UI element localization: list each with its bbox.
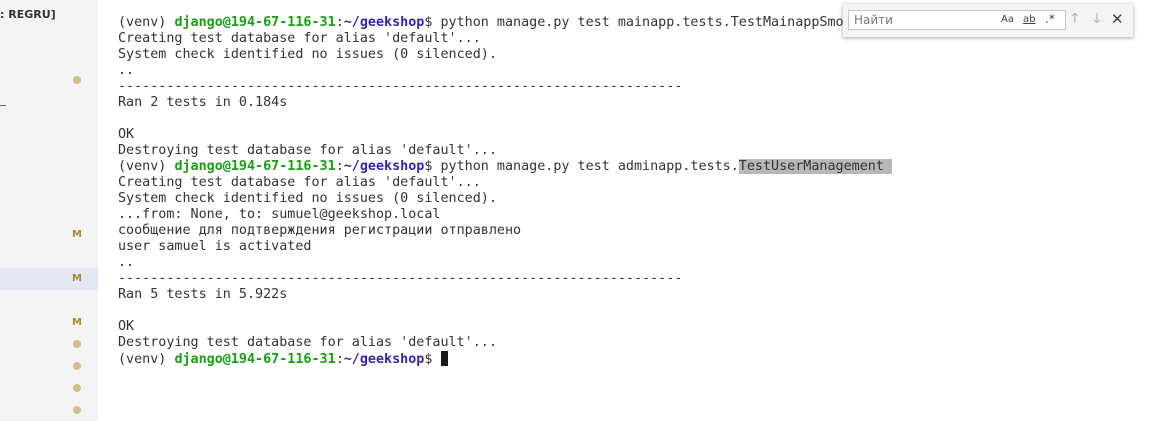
find-input[interactable]: Найти Aa ab .* — [848, 10, 1066, 30]
terminal-line: .. — [118, 255, 1148, 271]
terminal-text: ...from: None, to: sumuel@geekshop.local — [118, 207, 441, 222]
terminal-line: System check identified no issues (0 sil… — [118, 191, 1148, 207]
terminal-line: .. — [118, 63, 1148, 79]
prompt-user: django@194-67-116-31 — [174, 159, 336, 174]
terminal-line: Ran 5 tests in 5.922s — [118, 287, 1148, 303]
prompt-user: django@194-67-116-31 — [174, 15, 336, 30]
modified-badge: M — [72, 229, 82, 240]
terminal-text: OK — [118, 127, 135, 142]
terminal-text: ----------------------------------------… — [118, 79, 683, 94]
sidebar-header: : REGRU] — [0, 8, 56, 21]
find-placeholder: Найти — [854, 13, 893, 27]
terminal-line: ...from: None, to: sumuel@geekshop.local — [118, 207, 1148, 223]
find-widget: Найти Aa ab .* ↑ ↓ ✕ — [843, 4, 1133, 37]
terminal-text: ----------------------------------------… — [118, 271, 683, 286]
explorer-sidebar: : REGRU] M M M — [0, 0, 98, 421]
modified-badge: M — [72, 317, 82, 328]
terminal-text: Ran 5 tests in 5.922s — [118, 287, 288, 302]
terminal-line: user samuel is activated — [118, 239, 1148, 255]
regex-toggle[interactable]: .* — [1045, 12, 1055, 26]
terminal-text: Creating test database for alias 'defaul… — [118, 31, 481, 46]
terminal-line: Creating test database for alias 'defaul… — [118, 175, 1148, 191]
close-icon[interactable]: ✕ — [1111, 10, 1124, 28]
terminal-text: .. — [118, 63, 135, 78]
terminal-output[interactable]: (venv) django@194-67-116-31:~/geekshop$ … — [118, 15, 1148, 367]
terminal-text: System check identified no issues (0 sil… — [118, 47, 497, 62]
terminal-line: Destroying test database for alias 'defa… — [118, 335, 1148, 351]
terminal-text: $ — [424, 352, 441, 367]
terminal-text: Destroying test database for alias 'defa… — [118, 335, 497, 350]
terminal-text: Destroying test database for alias 'defa… — [118, 143, 497, 158]
terminal-text: сообщение для подтверждения регистрации … — [118, 223, 522, 238]
arrow-down-icon[interactable]: ↓ — [1091, 11, 1103, 27]
terminal-text: .. — [118, 255, 135, 270]
sidebar-selected-row[interactable] — [0, 268, 98, 290]
terminal-text: $ python manage.py test adminapp.tests. — [424, 159, 739, 174]
modified-badge: M — [72, 273, 82, 284]
terminal-line: сообщение для подтверждения регистрации … — [118, 223, 1148, 239]
terminal-line: System check identified no issues (0 sil… — [118, 47, 1148, 63]
modified-dot-icon — [73, 76, 81, 84]
terminal-text: OK — [118, 319, 135, 334]
prompt-path: ~/geekshop — [343, 159, 425, 174]
terminal-line: Destroying test database for alias 'defa… — [118, 143, 1148, 159]
terminal-text: $ python manage.py test mainapp.tests.Te… — [424, 15, 860, 30]
whole-word-toggle[interactable]: ab — [1023, 14, 1035, 25]
terminal-line: OK — [118, 319, 1148, 335]
prompt-user: django@194-67-116-31 — [174, 352, 336, 367]
modified-dot-icon — [73, 340, 81, 348]
terminal-text: System check identified no issues (0 sil… — [118, 191, 497, 206]
terminal-line: (venv) django@194-67-116-31:~/geekshop$ — [118, 351, 1148, 367]
terminal-text: : — [335, 159, 344, 174]
match-case-toggle[interactable]: Aa — [1001, 14, 1014, 25]
terminal-text: Creating test database for alias 'defaul… — [118, 175, 481, 190]
highlighted-match: TestUserManagement — [738, 159, 892, 174]
prompt-path: ~/geekshop — [343, 352, 425, 367]
modified-dot-icon — [73, 362, 81, 370]
terminal-text: : — [335, 15, 344, 30]
terminal-line: (venv) django@194-67-116-31:~/geekshop$ … — [118, 159, 1148, 175]
arrow-up-icon[interactable]: ↑ — [1069, 11, 1081, 27]
terminal-line: Ran 2 tests in 0.184s — [118, 95, 1148, 111]
terminal-line: ----------------------------------------… — [118, 79, 1148, 95]
modified-dot-icon — [73, 406, 81, 414]
terminal-text: user samuel is activated — [118, 239, 312, 254]
terminal-text: : — [335, 352, 344, 367]
modified-dot-icon — [73, 384, 81, 392]
terminal-cursor — [440, 351, 448, 366]
sidebar-marker — [0, 96, 6, 106]
terminal-text: (venv) — [118, 352, 175, 367]
terminal-text: Ran 2 tests in 0.184s — [118, 95, 288, 110]
terminal-line: ----------------------------------------… — [118, 271, 1148, 287]
prompt-path: ~/geekshop — [343, 15, 425, 30]
terminal-text: (venv) — [118, 15, 175, 30]
terminal-line: OK — [118, 127, 1148, 143]
terminal-text: (venv) — [118, 159, 175, 174]
